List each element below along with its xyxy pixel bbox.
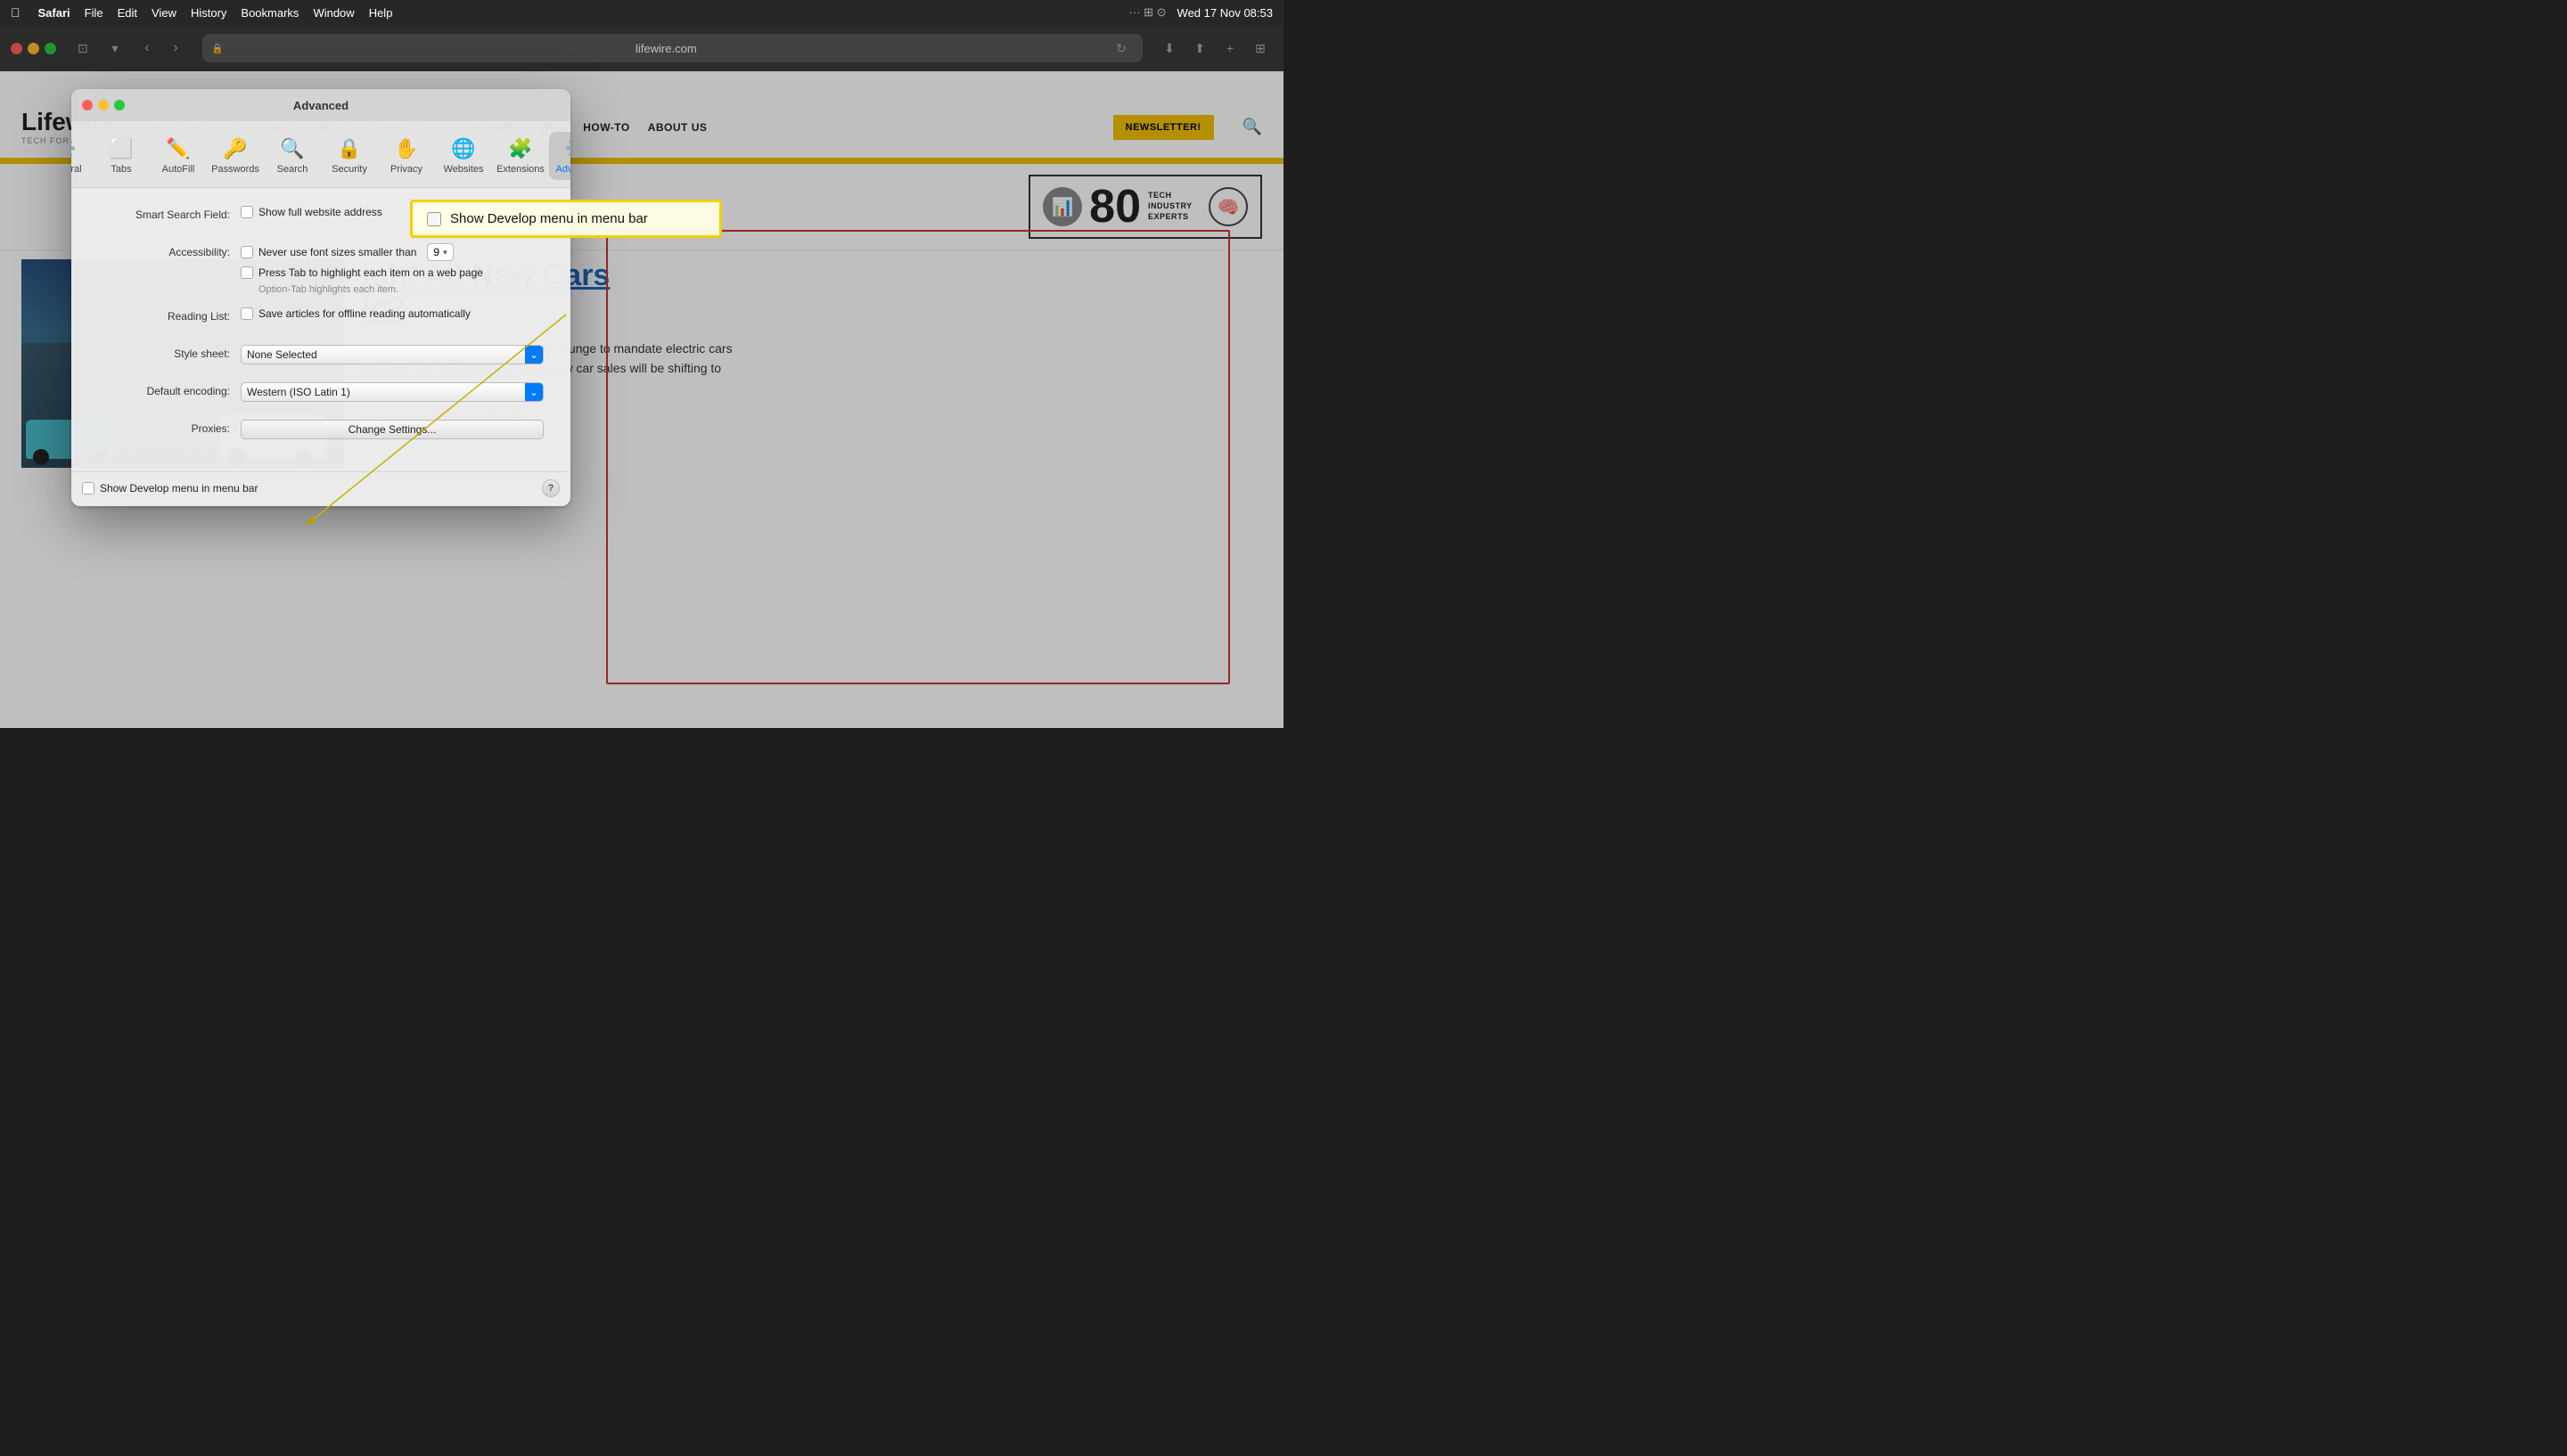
accessibility-tab-label: Press Tab to highlight each item on a we…	[258, 266, 483, 279]
proxies-label: Proxies:	[98, 420, 241, 435]
tab-tabs[interactable]: ⬜ Tabs	[93, 132, 150, 180]
menubar-history[interactable]: History	[191, 6, 226, 20]
tab-autofill-label: AutoFill	[162, 164, 195, 175]
accessibility-tab-checkbox[interactable]	[241, 266, 253, 279]
tab-general-label: General	[71, 164, 82, 175]
tab-websites[interactable]: 🌐 Websites	[435, 132, 492, 180]
style-sheet-row: Style sheet: None Selected ⌄	[98, 345, 544, 370]
passwords-icon: 🔑	[223, 137, 247, 160]
tab-privacy-label: Privacy	[390, 164, 422, 175]
websites-icon: 🌐	[451, 137, 475, 160]
proxies-controls: Change Settings...	[241, 420, 544, 439]
smart-search-label: Smart Search Field:	[98, 206, 241, 221]
menubar-file[interactable]: File	[85, 6, 103, 20]
tab-autofill[interactable]: ✏️ AutoFill	[150, 132, 207, 180]
dialog-titlebar: Advanced	[71, 89, 570, 121]
annotation-highlight-box: Show Develop menu in menu bar	[410, 200, 722, 238]
default-encoding-value: Western (ISO Latin 1)	[247, 386, 537, 398]
style-sheet-select[interactable]: None Selected ⌄	[241, 345, 544, 364]
prefs-footer: Show Develop menu in menu bar ?	[71, 471, 570, 506]
default-encoding-controls: Western (ISO Latin 1) ⌄	[241, 382, 544, 402]
default-encoding-arrow: ⌄	[525, 383, 543, 401]
accessibility-label: Accessibility:	[98, 243, 241, 258]
dialog-minimize-button[interactable]	[98, 100, 109, 110]
browser-window: ⊡ ▾ ‹ › 🔒 lifewire.com ↻ ⬇ ⬆ + ⊞ Lifewir…	[0, 25, 1284, 728]
reading-list-checkbox-row: Save articles for offline reading automa…	[241, 307, 544, 320]
proxies-change-settings-button[interactable]: Change Settings...	[241, 420, 544, 439]
advanced-icon: ⚙️	[565, 137, 570, 160]
dialog-zoom-button[interactable]	[114, 100, 125, 110]
develop-menu-label: Show Develop menu in menu bar	[100, 482, 258, 495]
accessibility-fontsize-checkbox[interactable]	[241, 246, 253, 258]
menubar-edit[interactable]: Edit	[118, 6, 137, 20]
extensions-icon: 🧩	[508, 137, 532, 160]
autofill-icon: ✏️	[166, 137, 190, 160]
font-size-select[interactable]: 9 ▾	[427, 243, 453, 261]
menubar-right: ··· ⊞ ⊙ Wed 17 Nov 08:53	[1129, 5, 1273, 20]
tab-advanced-label: Advanced	[556, 164, 570, 175]
menubar-clock: Wed 17 Nov 08:53	[1177, 6, 1273, 20]
general-icon: ⚙️	[71, 137, 77, 160]
font-size-arrow: ▾	[443, 248, 447, 258]
accessibility-tab-row: Press Tab to highlight each item on a we…	[241, 266, 544, 279]
menubar-view[interactable]: View	[152, 6, 176, 20]
smart-search-checkbox-label: Show full website address	[258, 206, 382, 218]
tab-websites-label: Websites	[443, 164, 483, 175]
help-button[interactable]: ?	[542, 479, 560, 497]
menubar-window[interactable]: Window	[313, 6, 354, 20]
accessibility-fontsize-label: Never use font sizes smaller than	[258, 246, 416, 258]
annotation-text: Show Develop menu in menu bar	[450, 211, 648, 226]
default-encoding-label: Default encoding:	[98, 382, 241, 397]
style-sheet-label: Style sheet:	[98, 345, 241, 360]
dialog-close-button[interactable]	[82, 100, 93, 110]
menubar-icons: ··· ⊞ ⊙	[1129, 5, 1167, 20]
default-encoding-row: Default encoding: Western (ISO Latin 1) …	[98, 382, 544, 407]
accessibility-row: Accessibility: Never use font sizes smal…	[98, 243, 544, 295]
style-sheet-arrow: ⌄	[525, 346, 543, 364]
reading-list-controls: Save articles for offline reading automa…	[241, 307, 544, 320]
style-sheet-value: None Selected	[247, 348, 537, 361]
apple-menu-icon[interactable]: 	[11, 5, 21, 20]
tabs-icon: ⬜	[109, 137, 133, 160]
tab-security-label: Security	[332, 164, 367, 175]
preferences-dialog: Advanced ⚙️ General ⬜ Tabs ✏️ AutoFill 🔑…	[71, 89, 570, 506]
security-icon: 🔒	[337, 137, 361, 160]
tab-tabs-label: Tabs	[111, 164, 131, 175]
accessibility-hint: Option-Tab highlights each item.	[258, 284, 544, 295]
accessibility-controls: Never use font sizes smaller than 9 ▾ Pr…	[241, 243, 544, 295]
menubar-help[interactable]: Help	[369, 6, 393, 20]
reading-list-checkbox[interactable]	[241, 307, 253, 320]
menubar-bookmarks[interactable]: Bookmarks	[241, 6, 299, 20]
tab-advanced[interactable]: ⚙️ Advanced	[549, 132, 570, 180]
tab-extensions-label: Extensions	[496, 164, 545, 175]
font-size-value: 9	[433, 246, 439, 258]
style-sheet-controls: None Selected ⌄	[241, 345, 544, 364]
tab-privacy[interactable]: ✋ Privacy	[378, 132, 435, 180]
reading-list-row: Reading List: Save articles for offline …	[98, 307, 544, 332]
annotation-checkbox	[427, 212, 441, 226]
reading-list-label: Reading List:	[98, 307, 241, 323]
tab-search[interactable]: 🔍 Search	[264, 132, 321, 180]
tab-passwords-label: Passwords	[211, 164, 259, 175]
develop-menu-row: Show Develop menu in menu bar	[82, 482, 258, 495]
reading-list-checkbox-label: Save articles for offline reading automa…	[258, 307, 471, 320]
develop-menu-checkbox[interactable]	[82, 482, 94, 495]
tab-security[interactable]: 🔒 Security	[321, 132, 378, 180]
default-encoding-select[interactable]: Western (ISO Latin 1) ⌄	[241, 382, 544, 402]
prefs-toolbar: ⚙️ General ⬜ Tabs ✏️ AutoFill 🔑 Password…	[71, 121, 570, 188]
menubar:  Safari File Edit View History Bookmark…	[0, 0, 1284, 25]
tab-passwords[interactable]: 🔑 Passwords	[207, 132, 264, 180]
search-tab-icon: 🔍	[280, 137, 304, 160]
dialog-traffic-lights	[82, 100, 125, 110]
accessibility-fontsize-row: Never use font sizes smaller than 9 ▾	[241, 243, 544, 261]
menubar-safari[interactable]: Safari	[38, 6, 70, 20]
proxies-row: Proxies: Change Settings...	[98, 420, 544, 445]
tab-search-label: Search	[277, 164, 308, 175]
tab-extensions[interactable]: 🧩 Extensions	[492, 132, 549, 180]
dialog-title: Advanced	[293, 99, 349, 112]
tab-general[interactable]: ⚙️ General	[71, 132, 93, 180]
smart-search-checkbox[interactable]	[241, 206, 253, 218]
privacy-icon: ✋	[394, 137, 418, 160]
